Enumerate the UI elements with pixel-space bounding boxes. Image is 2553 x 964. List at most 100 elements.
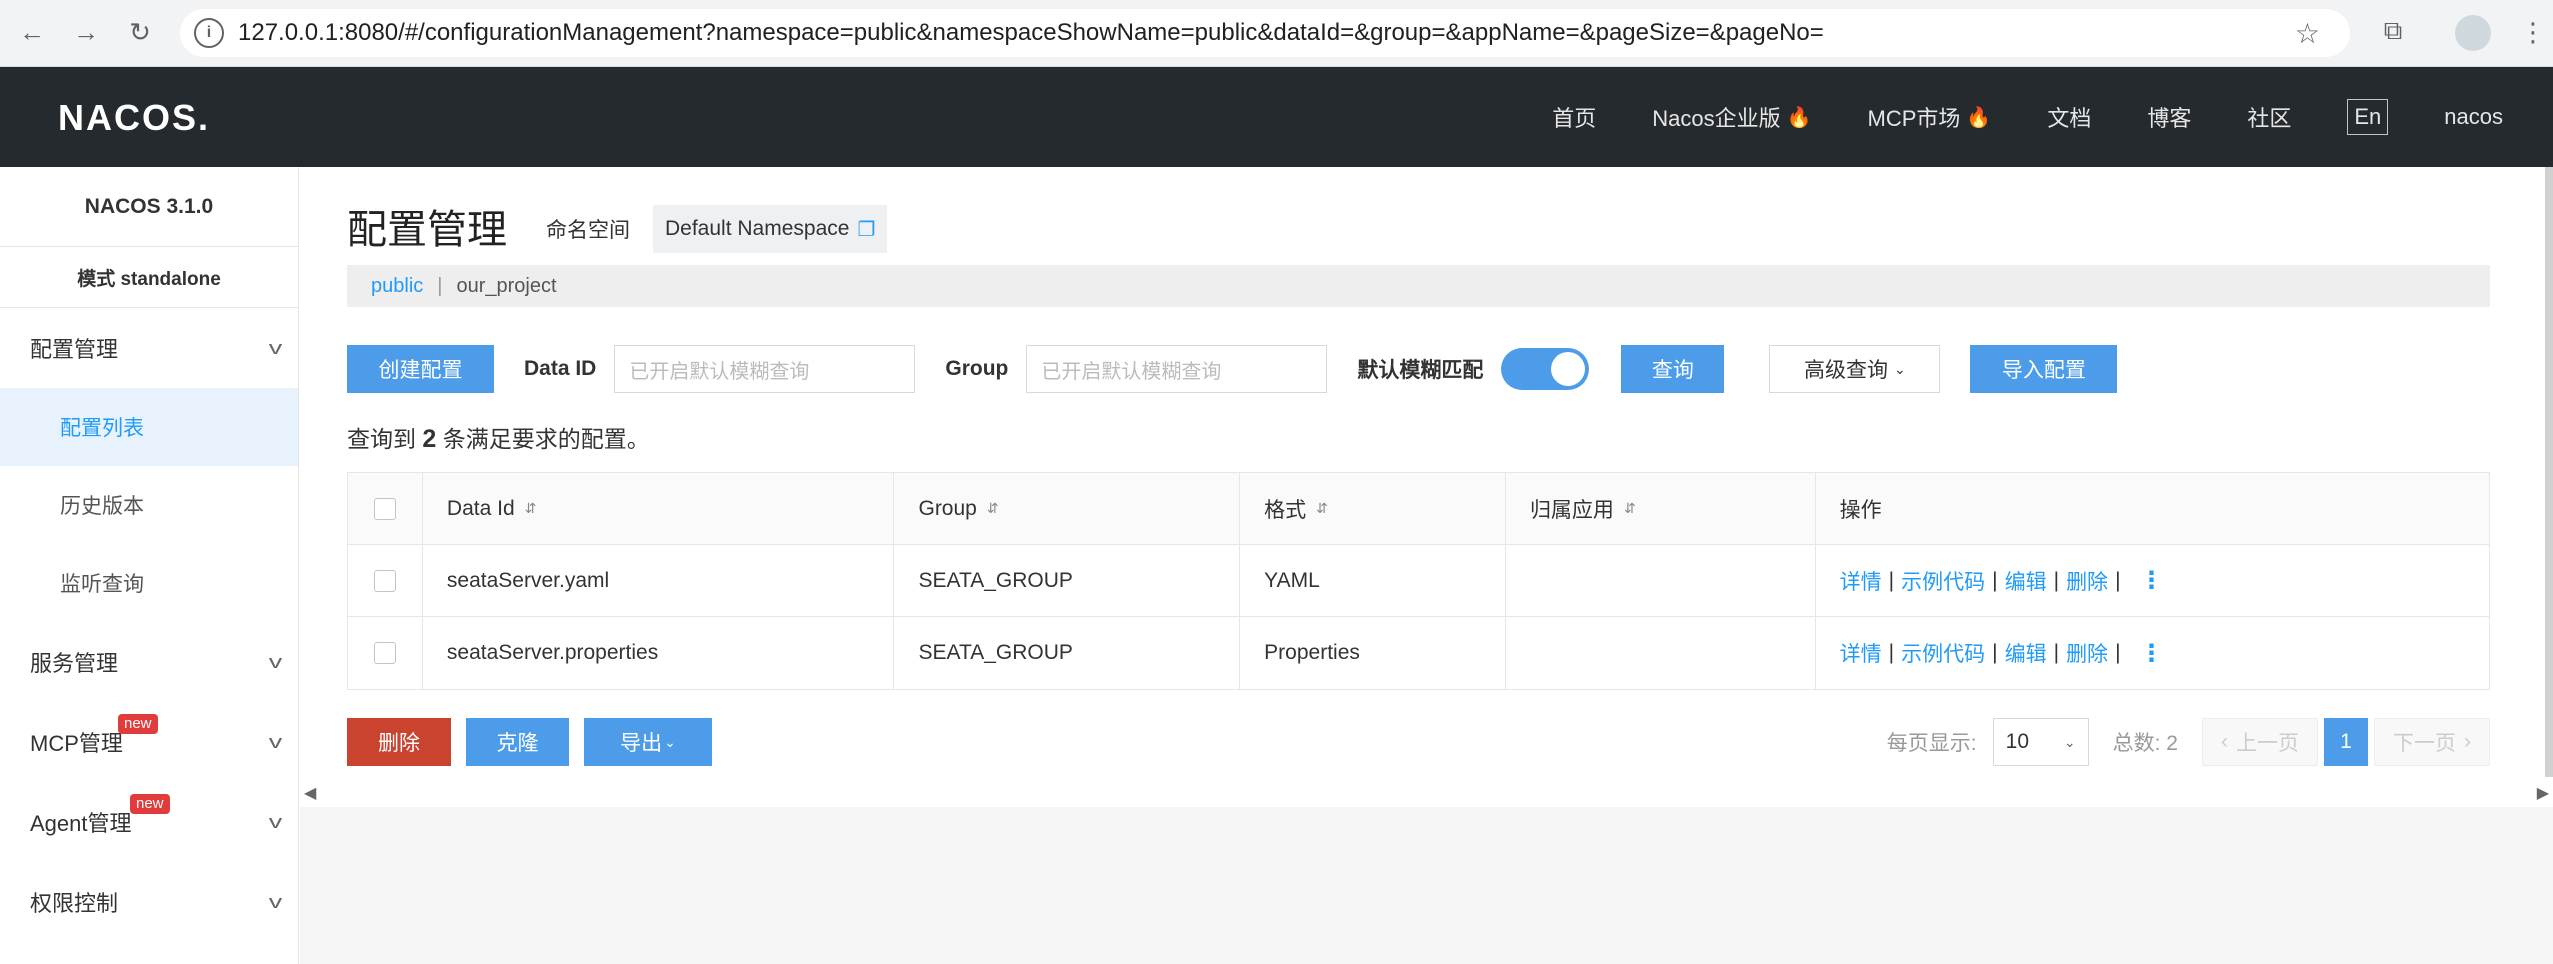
sidebar: NACOS 3.1.0 模式 standalone 配置管理 v 配置列表 历史… xyxy=(0,167,299,964)
nav-enterprise[interactable]: Nacos企业版 🔥 xyxy=(1652,101,1811,133)
sidebar-group-auth[interactable]: 权限控制 v xyxy=(0,862,298,942)
row-checkbox[interactable] xyxy=(373,642,396,664)
detail-link[interactable]: 详情 xyxy=(1840,638,1882,668)
version-label: NACOS 3.1.0 xyxy=(0,167,298,247)
app-header: NACOS. 首页 Nacos企业版 🔥 MCP市场 🔥 文档 博客 社区 En n… xyxy=(0,67,2553,167)
reload-icon[interactable]: ↻ xyxy=(122,14,158,50)
cell-format: Properties xyxy=(1240,617,1506,689)
cell-app xyxy=(1506,545,1816,616)
scroll-left-icon[interactable]: ◀ xyxy=(304,783,316,803)
delete-link[interactable]: 删除 xyxy=(2066,638,2108,668)
sample-code-link[interactable]: 示例代码 xyxy=(1901,566,1985,596)
language-toggle[interactable]: En xyxy=(2347,99,2389,135)
sort-icon[interactable]: ⇵ xyxy=(1316,500,1328,517)
sidebar-group-service[interactable]: 服务管理 v xyxy=(0,622,298,702)
page-size-select[interactable]: 10 ⌄ xyxy=(1992,718,2089,766)
copy-icon[interactable]: ❐ xyxy=(857,217,875,242)
op-separator: | xyxy=(2053,641,2060,664)
edit-link[interactable]: 编辑 xyxy=(2005,638,2047,668)
browser-menu-icon[interactable]: ⋮ xyxy=(2520,14,2546,50)
result-prefix: 查询到 xyxy=(347,426,416,452)
dataid-input[interactable]: 已开启默认模糊查询 xyxy=(614,345,916,393)
nav-home[interactable]: 首页 xyxy=(1552,101,1596,133)
cell-dataid: seataServer.properties xyxy=(423,617,895,689)
cell-app xyxy=(1506,617,1816,689)
more-vertical-icon[interactable]: ⋮ xyxy=(2140,566,2164,595)
namespace-our-project-link[interactable]: our_project xyxy=(456,275,556,298)
back-icon[interactable]: ← xyxy=(14,14,50,50)
namespace-tag: Default Namespace ❐ xyxy=(653,205,888,253)
header-group[interactable]: Group ⇵ xyxy=(894,473,1241,544)
edit-link[interactable]: 编辑 xyxy=(2005,566,2047,596)
result-suffix: 条满足要求的配置。 xyxy=(442,426,650,452)
nav-blog[interactable]: 博客 xyxy=(2147,101,2191,133)
sort-icon[interactable]: ⇵ xyxy=(987,500,999,517)
create-config-button[interactable]: 创建配置 xyxy=(347,345,494,393)
more-vertical-icon[interactable]: ⋮ xyxy=(2140,639,2164,668)
select-all-checkbox[interactable] xyxy=(373,497,396,520)
op-separator: | xyxy=(1992,568,1998,592)
sidebar-item-history[interactable]: 历史版本 xyxy=(0,466,298,544)
page-size-value: 10 xyxy=(2005,730,2029,753)
import-config-button[interactable]: 导入配置 xyxy=(1970,345,2118,393)
sidebar-item-config-list[interactable]: 配置列表 xyxy=(0,388,298,466)
bookmark-star-icon[interactable]: ☆ xyxy=(2295,17,2320,50)
extensions-icon[interactable]: ⧉ xyxy=(2375,15,2411,51)
forward-icon[interactable]: → xyxy=(68,14,104,50)
header-operations: 操作 xyxy=(1839,498,1882,522)
chevron-down-icon: ⌄ xyxy=(2063,733,2076,750)
clone-button[interactable]: 克隆 xyxy=(466,718,569,766)
fire-icon: 🔥 xyxy=(1966,106,1992,129)
nav-community[interactable]: 社区 xyxy=(2247,101,2291,133)
nacos-logo[interactable]: NACOS. xyxy=(58,97,210,139)
horizontal-scrollbar[interactable]: ◀ ▶ xyxy=(300,783,2553,807)
group-input[interactable]: 已开启默认模糊查询 xyxy=(1026,345,1328,393)
namespace-value: Default Namespace xyxy=(665,217,850,240)
profile-avatar[interactable] xyxy=(2455,15,2491,51)
nav-mcp-market[interactable]: MCP市场 🔥 xyxy=(1868,101,1992,133)
bulk-delete-button[interactable]: 删除 xyxy=(347,718,451,766)
next-page-button[interactable]: 下一页 › xyxy=(2374,718,2490,766)
nav-docs[interactable]: 文档 xyxy=(2047,101,2091,133)
export-button[interactable]: 导出 ⌄ xyxy=(584,718,712,766)
top-nav: 首页 Nacos企业版 🔥 MCP市场 🔥 文档 博客 社区 En nacos xyxy=(1496,67,2503,167)
prev-page-button[interactable]: ‹ 上一页 xyxy=(2202,718,2318,766)
user-name[interactable]: nacos xyxy=(2444,104,2503,130)
sample-code-link[interactable]: 示例代码 xyxy=(1901,638,1985,668)
op-separator: | xyxy=(2115,641,2121,664)
bulk-actions: 删除 克隆 导出 ⌄ xyxy=(347,718,712,766)
advanced-query-button[interactable]: 高级查询 ⌄ xyxy=(1769,345,1941,393)
chevron-down-icon: v xyxy=(268,891,283,912)
fuzzy-match-toggle[interactable] xyxy=(1501,348,1590,390)
vertical-scrollbar[interactable] xyxy=(2545,167,2553,777)
op-separator: | xyxy=(2053,568,2060,592)
page-number-current[interactable]: 1 xyxy=(2324,718,2368,766)
cell-format: YAML xyxy=(1240,545,1506,616)
address-bar[interactable]: i 127.0.0.1:8080/#/configurationManageme… xyxy=(180,9,2350,57)
sidebar-group-mcp[interactable]: MCP管理 new v xyxy=(0,702,298,782)
sort-icon[interactable]: ⇵ xyxy=(525,500,537,517)
total-count: 总数: 2 xyxy=(2112,732,2178,755)
row-checkbox-cell xyxy=(348,617,423,689)
detail-link[interactable]: 详情 xyxy=(1840,566,1882,596)
namespace-public-link[interactable]: public xyxy=(371,275,423,298)
row-checkbox[interactable] xyxy=(373,569,396,592)
header-dataid[interactable]: Data Id ⇵ xyxy=(423,473,895,544)
scroll-right-icon[interactable]: ▶ xyxy=(2537,783,2549,803)
dataid-label: Data ID xyxy=(524,357,597,380)
main-area: 配置管理 命名空间 Default Namespace ❐ public | o… xyxy=(300,167,2553,964)
query-button[interactable]: 查询 xyxy=(1621,345,1725,393)
sidebar-group-config[interactable]: 配置管理 v xyxy=(0,308,298,388)
prev-label: 上一页 xyxy=(2236,732,2299,755)
table-row: seataServer.yaml SEATA_GROUP YAML 详情 | 示例… xyxy=(348,545,2489,617)
site-info-icon[interactable]: i xyxy=(194,18,224,48)
header-format[interactable]: 格式 ⇵ xyxy=(1240,473,1506,544)
sidebar-group-agent[interactable]: Agent管理 new v xyxy=(0,782,298,862)
sort-icon[interactable]: ⇵ xyxy=(1624,500,1636,517)
sidebar-group-label: MCP管理 xyxy=(30,731,123,756)
fuzzy-match-label: 默认模糊匹配 xyxy=(1357,359,1484,382)
delete-link[interactable]: 删除 xyxy=(2066,566,2108,596)
sidebar-item-listener[interactable]: 监听查询 xyxy=(0,544,298,622)
toggle-knob xyxy=(1551,352,1586,386)
header-app[interactable]: 归属应用 ⇵ xyxy=(1506,473,1816,544)
